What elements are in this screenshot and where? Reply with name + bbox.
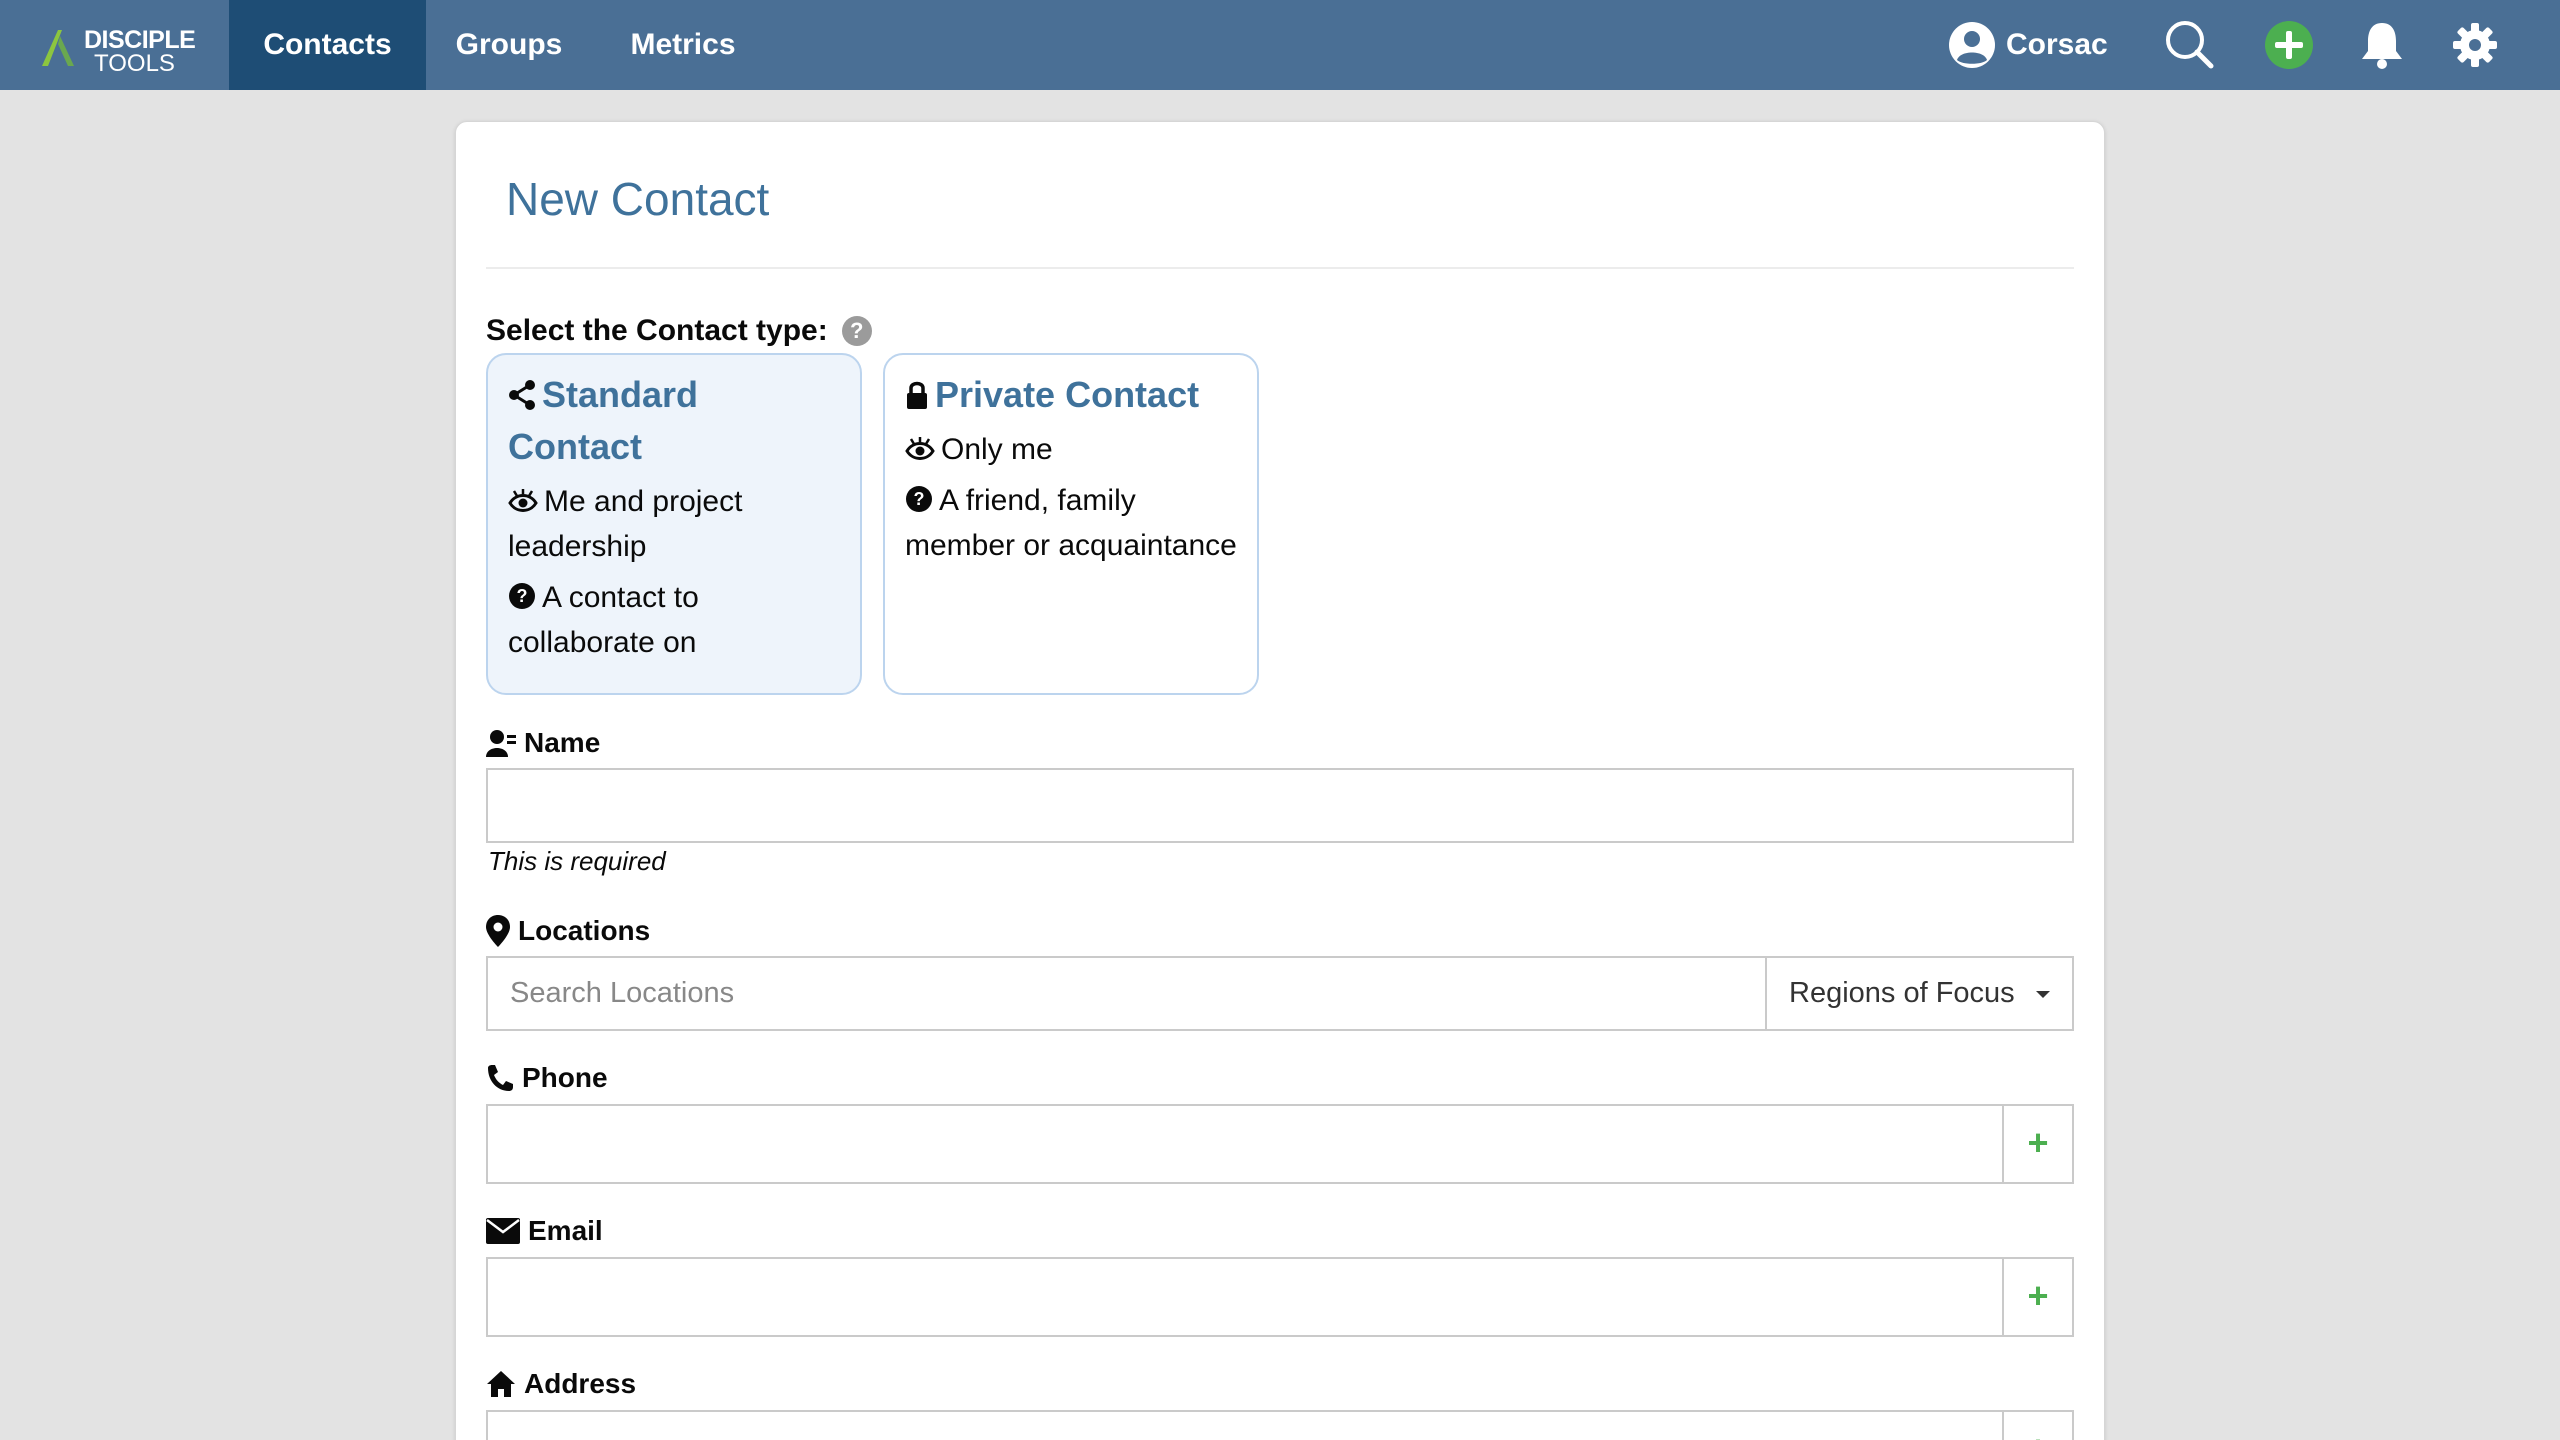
user-name: Corsac: [2006, 28, 2108, 61]
title-divider: [486, 267, 2074, 269]
regions-of-focus-dropdown[interactable]: Regions of Focus: [1765, 958, 2072, 1029]
private-visibility-text: Only me: [941, 433, 1053, 466]
address-label-text: Address: [524, 1368, 637, 1399]
locations-label: Locations: [486, 915, 650, 947]
user-menu[interactable]: Corsac: [1948, 20, 2108, 70]
standard-visibility-text: Me and project leadership: [508, 485, 743, 563]
top-navigation-bar: DISCIPLE TOOLS Contacts Groups Metrics C…: [0, 0, 2560, 90]
bell-icon[interactable]: [2355, 18, 2409, 72]
name-input[interactable]: [486, 768, 2074, 843]
caret-down-icon: [2036, 991, 2050, 998]
phone-input[interactable]: [488, 1106, 2002, 1182]
eye-icon: [508, 489, 538, 512]
nav-contacts[interactable]: Contacts: [229, 0, 426, 90]
svg-text:?: ?: [517, 586, 528, 606]
envelope-icon: [486, 1218, 520, 1244]
standard-description: ? A contact to collaborate on: [508, 575, 840, 665]
disciple-tools-logo[interactable]: DISCIPLE TOOLS: [38, 22, 196, 77]
email-field: +: [486, 1257, 2074, 1337]
add-email-button[interactable]: +: [2002, 1259, 2072, 1335]
user-avatar-icon: [1949, 22, 1995, 68]
home-icon: [487, 1371, 515, 1397]
name-required-hint: This is required: [488, 846, 666, 876]
standard-title-line1: Standard: [542, 374, 699, 415]
address-field: +: [486, 1410, 2074, 1440]
private-visibility: Only me: [905, 427, 1237, 472]
nav-metrics[interactable]: Metrics: [592, 0, 774, 90]
email-input[interactable]: [488, 1259, 2002, 1335]
email-label: Email: [486, 1215, 603, 1247]
private-description-text: A friend, family member or acquaintance: [905, 484, 1237, 562]
question-circle-icon: ?: [509, 583, 535, 609]
name-label: Name: [486, 727, 600, 759]
address-label: Address: [486, 1368, 636, 1400]
phone-label: Phone: [486, 1062, 608, 1094]
locations-field: Search Locations Regions of Focus: [486, 956, 2074, 1031]
plus-circle-icon[interactable]: [2262, 18, 2316, 72]
name-label-text: Name: [524, 727, 601, 758]
user-icon: [486, 730, 516, 757]
nav-groups[interactable]: Groups: [426, 0, 592, 90]
regions-of-focus-label: Regions of Focus: [1789, 977, 2015, 1009]
standard-title-line2: Contact: [508, 426, 642, 467]
private-title-text: Private Contact: [935, 374, 1200, 415]
map-pin-icon: [486, 915, 510, 947]
search-locations-input[interactable]: Search Locations: [488, 958, 1765, 1029]
standard-visibility: Me and project leadership: [508, 479, 840, 569]
phone-icon: [488, 1065, 513, 1091]
locations-label-text: Locations: [518, 915, 651, 946]
question-circle-icon: ?: [906, 486, 932, 512]
email-label-text: Email: [528, 1215, 603, 1246]
svg-text:?: ?: [914, 489, 925, 509]
phone-field: +: [486, 1104, 2074, 1184]
private-description: ? A friend, family member or acquaintanc…: [905, 478, 1237, 568]
share-icon: [509, 380, 535, 410]
gear-icon[interactable]: [2448, 18, 2502, 72]
standard-contact-title: Standard Contact: [508, 369, 840, 473]
new-contact-card: New Contact Select the Contact type: ? S…: [455, 121, 2105, 1440]
lock-icon: [907, 381, 927, 409]
contact-type-label: Select the Contact type: ?: [486, 314, 872, 348]
page-title: New Contact: [506, 173, 770, 225]
phone-label-text: Phone: [522, 1062, 608, 1093]
search-icon[interactable]: [2163, 18, 2217, 72]
add-address-button[interactable]: +: [2002, 1412, 2072, 1440]
help-icon[interactable]: ?: [841, 316, 872, 346]
standard-description-text: A contact to collaborate on: [508, 581, 699, 659]
address-input[interactable]: [488, 1412, 2002, 1440]
private-contact-title: Private Contact: [905, 369, 1237, 421]
eye-icon: [905, 437, 935, 460]
contact-type-label-text: Select the Contact type:: [486, 314, 828, 347]
add-phone-button[interactable]: +: [2002, 1106, 2072, 1182]
contact-type-standard[interactable]: Standard Contact Me and project leadersh…: [486, 353, 862, 695]
contact-type-private[interactable]: Private Contact Only me ? A friend, fami…: [883, 353, 1259, 695]
logo-mark-icon: [42, 30, 74, 66]
logo-text-tools: TOOLS: [94, 50, 175, 77]
